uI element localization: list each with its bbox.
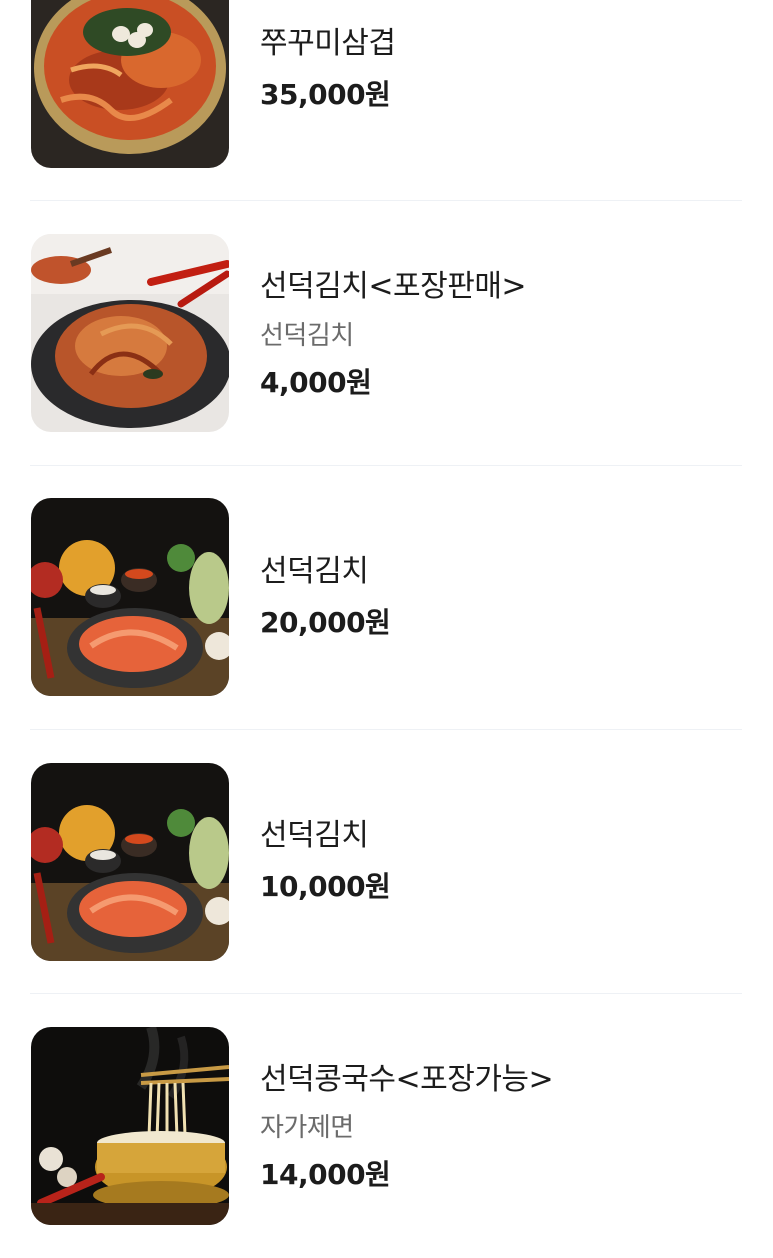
- menu-item-name: 선덕김치<포장판매>: [260, 269, 527, 304]
- menu-item-name: 쭈꾸미삼겹: [260, 26, 396, 61]
- menu-item-image: [31, 0, 229, 168]
- menu-item-image: [31, 234, 229, 432]
- kimchi-small-photo: [31, 763, 229, 961]
- menu-item-name: 선덕김치: [260, 554, 369, 589]
- menu-item-image: [31, 763, 229, 961]
- menu-item-price: 35,000원: [260, 78, 391, 111]
- menu-item-kimchi-10000[interactable]: 선덕김치 10,000원: [0, 730, 773, 994]
- menu-item-name: 선덕김치: [260, 818, 369, 853]
- menu-item-price: 14,000원: [260, 1158, 391, 1191]
- kongguksu-photo: [31, 1027, 229, 1225]
- menu-item-description: 자가제면: [260, 1113, 354, 1143]
- kimchi-takeout-photo: [31, 234, 229, 432]
- menu-item-kimchi-20000[interactable]: 선덕김치 20,000원: [0, 466, 773, 730]
- menu-item-price: 10,000원: [260, 870, 391, 903]
- menu-item-kimchi-takeout[interactable]: 선덕김치<포장판매> 선덕김치 4,000원: [0, 201, 773, 465]
- kimchi-large-photo: [31, 498, 229, 696]
- menu-item-price: 20,000원: [260, 606, 391, 639]
- menu-item-price: 4,000원: [260, 366, 372, 399]
- menu-item-kongguksu[interactable]: 선덕콩국수<포장가능> 자가제면 14,000원: [0, 994, 773, 1258]
- menu-item-image: [31, 498, 229, 696]
- menu-list: 쭈꾸미삼겹 35,000원 선덕김치<포장판매> 선덕김치 4,000원 선덕김…: [0, 0, 773, 1225]
- menu-item-description: 선덕김치: [260, 321, 354, 351]
- jjukkumi-samgyeop-photo: [31, 0, 229, 168]
- menu-item-image: [31, 1027, 229, 1225]
- menu-item-name: 선덕콩국수<포장가능>: [260, 1062, 554, 1097]
